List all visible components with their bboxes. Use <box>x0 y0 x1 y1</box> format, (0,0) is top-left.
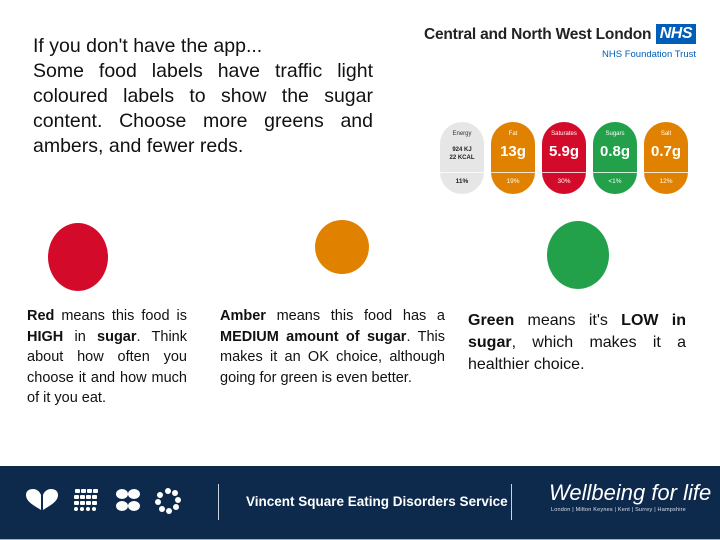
footer-banner: Vincent Square Eating Disorders Service … <box>0 466 720 540</box>
red-traffic-light-dot <box>48 223 108 291</box>
intro-text: If you don't have the app... Some food l… <box>33 34 373 159</box>
ring-dots-icon <box>155 488 181 514</box>
logo-organisation: Central and North West London <box>424 26 652 43</box>
desc-bold: Red <box>27 308 55 324</box>
nutrition-pill-saturates: Saturates 5.9g 30% <box>542 122 586 194</box>
pill-percent: 19% <box>506 178 520 185</box>
intro-body: Some food labels have traffic light colo… <box>33 60 373 157</box>
desc-bold: Amber <box>220 308 266 324</box>
pill-amount: 5.9g <box>548 143 579 160</box>
pill-name: Saturates <box>551 131 577 137</box>
footer-divider <box>218 484 219 520</box>
pill-name: Fat <box>508 131 518 137</box>
pill-percent: 30% <box>557 178 571 185</box>
desc-text: in <box>63 328 98 345</box>
desc-text: means this food is <box>54 308 187 324</box>
desc-bold: sugar <box>97 328 137 345</box>
footer-divider <box>511 484 512 520</box>
amber-traffic-light-dot <box>315 220 369 274</box>
footer-icons <box>25 488 181 514</box>
red-description: Red means this food is HIGH in sugar. Th… <box>27 306 187 409</box>
pill-percent: 11% <box>455 178 469 185</box>
green-description: Green means it's LOW in sugar, which mak… <box>468 310 686 376</box>
pill-name: Salt <box>660 131 672 137</box>
nutrition-pill-salt: Salt 0.7g 12% <box>644 122 688 194</box>
desc-text: means it's <box>514 312 622 329</box>
desc-bold: HIGH <box>27 328 64 345</box>
pill-divider <box>440 172 484 173</box>
nutrition-pill-sugars: Sugars 0.8g <1% <box>593 122 637 194</box>
logo-subtitle: NHS Foundation Trust <box>602 49 696 60</box>
desc-text: means this food has a <box>265 308 445 324</box>
desc-bold: MEDIUM amount of sugar <box>220 328 407 345</box>
intro-heading: If you don't have the app... <box>33 35 263 57</box>
pill-name: Energy <box>452 131 472 137</box>
cnwl-nhs-logo: Central and North West London NHS NHS Fo… <box>420 22 698 62</box>
tagline: Wellbeing for life <box>549 480 712 505</box>
desc-bold: Green <box>468 312 515 329</box>
flower-icon <box>116 489 140 511</box>
pill-energy-kj: 924 KJ <box>452 147 472 153</box>
pill-percent: <1% <box>608 178 622 185</box>
pill-percent: 12% <box>659 178 673 185</box>
pill-divider <box>491 172 535 173</box>
nutrition-pill-fat: Fat 13g 19% <box>491 122 535 194</box>
nutrition-label: Energy 924 KJ 22 KCAL 11% Fat 13g 19% Sa… <box>440 122 690 194</box>
pill-amount: 0.7g <box>650 143 681 160</box>
pill-divider <box>542 172 586 173</box>
pill-divider <box>593 172 637 173</box>
green-traffic-light-dot <box>547 221 609 289</box>
grid-dots-icon <box>74 489 98 511</box>
pill-energy-kcal: 22 KCAL <box>449 155 475 161</box>
pill-amount: 13g <box>500 143 526 160</box>
nutrition-pill-energy: Energy 924 KJ 22 KCAL 11% <box>440 122 484 194</box>
tagline-locations: London | Milton Keynes | Kent | Surrey |… <box>551 507 686 513</box>
pill-amount: 0.8g <box>599 143 630 160</box>
service-name: Vincent Square Eating Disorders Service <box>246 494 508 509</box>
amber-description: Amber means this food has a MEDIUM amoun… <box>220 306 445 388</box>
pill-name: Sugars <box>605 131 625 137</box>
nhs-badge: NHS <box>655 24 696 44</box>
heart-icon <box>26 489 58 510</box>
pill-divider <box>644 172 688 173</box>
